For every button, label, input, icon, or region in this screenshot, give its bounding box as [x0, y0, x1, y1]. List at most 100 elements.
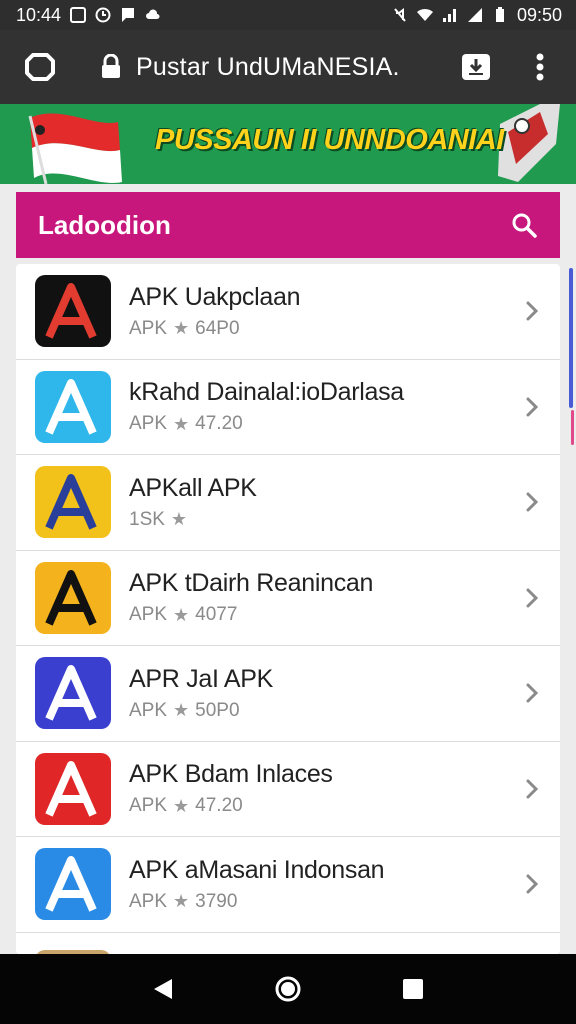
- app-icon: [35, 370, 111, 443]
- star-icon: ★: [173, 795, 190, 816]
- battery-icon: [495, 7, 504, 22]
- status-right: 09:50: [392, 5, 562, 26]
- star-icon: ★: [173, 891, 190, 912]
- app-text: APK tDairh Reanincan APK ★ 4077: [129, 569, 512, 626]
- app-rating: 50P0: [195, 699, 240, 721]
- list-item[interactable]: kRahd Dainalal:ioDarlasa APK ★ 47.20: [16, 360, 560, 455]
- app-rating: 4077: [195, 604, 238, 626]
- navigation-bar: [0, 954, 576, 1024]
- list-item[interactable]: APK tDairh Reanincan APK ★ 4077: [16, 551, 560, 646]
- star-icon: ★: [173, 318, 190, 339]
- app-meta-prefix: APK: [129, 890, 168, 912]
- app-meta: APK ★ 4077: [129, 604, 512, 626]
- chevron-right-icon: [526, 779, 539, 799]
- chevron-right-icon: [526, 301, 539, 321]
- star-icon: ★: [173, 604, 190, 625]
- recents-icon: [403, 979, 424, 999]
- app-rating: 3790: [195, 890, 238, 912]
- chevron-button[interactable]: [512, 682, 552, 704]
- app-meta: APK ★ 64P0: [129, 318, 512, 340]
- home-icon: [275, 976, 301, 1002]
- address-bar[interactable]: Pustar UndUMaNESIA.: [82, 42, 422, 92]
- wifi-icon: [416, 8, 433, 21]
- app-name: kRahd Dainalal:ioDarlasa: [129, 378, 404, 407]
- banner: PUSSAUN II UNNDOANIAI: [0, 104, 576, 184]
- app-meta-prefix: APK: [129, 699, 168, 721]
- app-name: APKall APK: [129, 473, 257, 502]
- list-item-partial[interactable]: [16, 933, 560, 954]
- gallery-icon: [70, 7, 87, 23]
- app-rating: 64P0: [195, 317, 240, 339]
- list-item[interactable]: APK Uakpclaan APK ★ 64P0: [16, 264, 560, 360]
- chevron-button[interactable]: [512, 491, 552, 513]
- chevron-right-icon: [526, 683, 539, 703]
- star-icon: ★: [170, 509, 188, 530]
- chevron-button[interactable]: [512, 396, 552, 418]
- app-text: kRahd Dainalal:ioDarlasa APK ★ 47.20: [129, 378, 512, 435]
- app-name: APK tDairh Reanincan: [129, 569, 374, 598]
- cloud-icon: [146, 9, 160, 19]
- app-text: APK aMasani Indonsan APK ★ 3790: [129, 856, 512, 913]
- app-name: APK Bdam Inlaces: [129, 760, 333, 789]
- app-meta: APK ★ 50P0: [129, 700, 512, 722]
- download-button[interactable]: [452, 43, 500, 91]
- search-header-title: Ladoodion: [38, 209, 171, 240]
- browser-toolbar: Pustar UndUMaNESIA.: [0, 30, 576, 104]
- list-item[interactable]: APK Bdam Inlaces APK ★ 47.20: [16, 742, 560, 837]
- search-icon: [512, 213, 537, 238]
- chevron-right-icon: [526, 874, 539, 894]
- more-menu-button[interactable]: [516, 43, 564, 91]
- mute-icon: [394, 8, 406, 22]
- chevron-button[interactable]: [512, 778, 552, 800]
- flag-icon: [122, 8, 135, 22]
- chevron-button[interactable]: [512, 873, 552, 895]
- app-meta: APK ★ 3790: [129, 891, 512, 913]
- chevron-button[interactable]: [512, 587, 552, 609]
- tab-home-button[interactable]: [16, 43, 64, 91]
- app-meta-prefix: APK: [129, 795, 168, 817]
- list-item[interactable]: APKall APK 1SK ★: [16, 455, 560, 551]
- app-logo-icon: [35, 466, 111, 539]
- back-icon: [153, 979, 172, 999]
- app-meta-prefix: APK: [129, 317, 168, 339]
- status-time: 10:44: [16, 4, 62, 25]
- app-text: APK Uakpclaan APK ★ 64P0: [129, 283, 512, 340]
- app-meta-prefix: APK: [129, 413, 168, 435]
- recents-button[interactable]: [389, 965, 437, 1013]
- chevron-right-icon: [526, 492, 539, 512]
- status-time-right: 09:50: [516, 4, 562, 25]
- app-name: APK aMasani Indonsan: [129, 855, 385, 884]
- app-name: APK Uakpclaan: [129, 282, 301, 311]
- home-button[interactable]: [264, 965, 312, 1013]
- list-item[interactable]: APK aMasani Indonsan APK ★ 3790: [16, 837, 560, 933]
- search-button[interactable]: [506, 207, 542, 243]
- status-bar: 10:44 09:50: [0, 0, 576, 30]
- banner-title: PUSSAUN II UNNDOANIAI: [155, 124, 504, 156]
- app-icon: [35, 466, 111, 539]
- scrollbar-accent: [571, 410, 574, 445]
- app-logo-icon: [35, 657, 111, 730]
- app-logo-icon: [35, 275, 111, 348]
- app-icon: [35, 752, 111, 825]
- lock-icon: [102, 54, 120, 78]
- app-logo-icon: [35, 561, 111, 634]
- clock-icon: [95, 7, 111, 23]
- signal-icon: [442, 9, 456, 22]
- chevron-button[interactable]: [512, 300, 552, 322]
- star-icon: ★: [173, 413, 190, 434]
- app-rating: 47.20: [195, 413, 243, 435]
- chevron-right-icon: [526, 588, 539, 608]
- back-button[interactable]: [139, 965, 187, 1013]
- tab-home-icon: [25, 53, 55, 81]
- app-icon: [35, 657, 111, 730]
- app-meta: APK ★ 47.20: [129, 795, 512, 817]
- app-logo-icon: [35, 848, 111, 921]
- scrollbar[interactable]: [569, 268, 573, 408]
- app-text: APR JaI APK APK ★ 50P0: [129, 665, 512, 722]
- app-logo-icon: [35, 370, 111, 443]
- app-rating: 47.20: [195, 795, 243, 817]
- search-header: Ladoodion: [16, 192, 560, 258]
- list-item[interactable]: APR JaI APK APK ★ 50P0: [16, 646, 560, 742]
- app-logo-icon: [35, 752, 111, 825]
- download-icon: [462, 54, 490, 80]
